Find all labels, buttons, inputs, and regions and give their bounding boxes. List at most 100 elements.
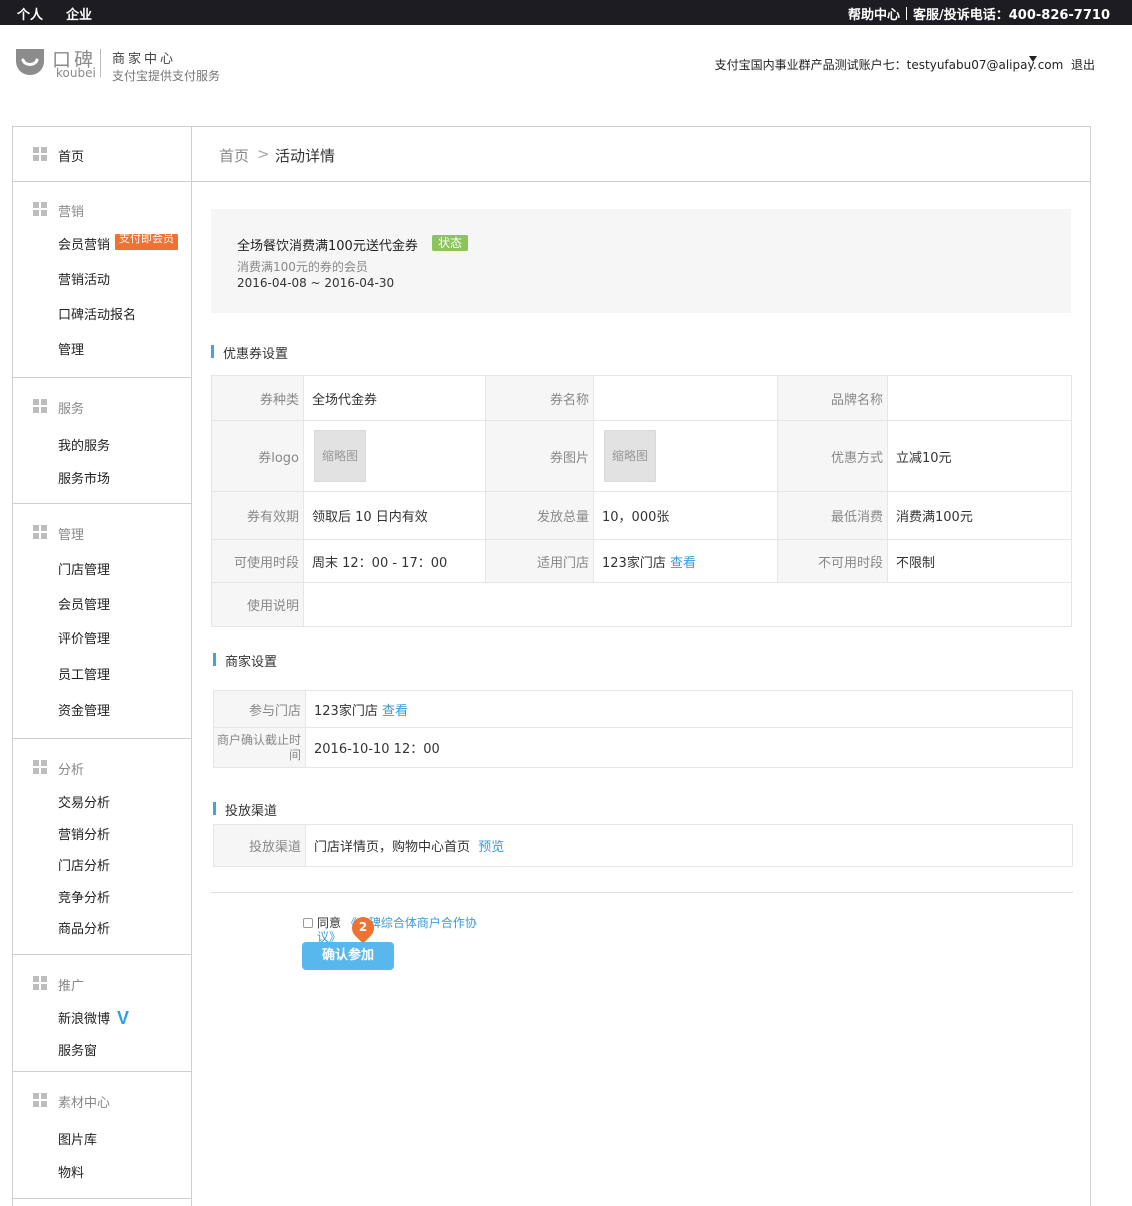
value-total: 10，000张 bbox=[593, 491, 778, 540]
sidebar-item-member-manage[interactable]: 会员管理 bbox=[58, 594, 110, 613]
label-coupon-type: 券种类 bbox=[211, 375, 304, 421]
merchant-settings-table: 参与门店 123家门店 查看 商户确认截止时间 2016-10-10 12：00 bbox=[213, 690, 1073, 768]
view-stores-link[interactable]: 查看 bbox=[670, 556, 696, 571]
table-row: 投放渠道 门店详情页，购物中心首页 预览 bbox=[213, 824, 1073, 867]
sidebar-home[interactable]: 首页 bbox=[13, 127, 192, 182]
sidebar: 首页 营销 会员营销 营销活动 口碑活动报名 管理 支付即会员 服务 我的服务 … bbox=[13, 127, 192, 1206]
table-row: 商户确认截止时间 2016-10-10 12：00 bbox=[213, 727, 1073, 768]
confirm-join-button[interactable]: 确认参加 bbox=[302, 942, 394, 970]
label-confirm-deadline: 商户确认截止时间 bbox=[213, 727, 306, 768]
sidebar-item-image-library[interactable]: 图片库 bbox=[58, 1129, 97, 1148]
label-coupon-image: 券图片 bbox=[485, 420, 594, 492]
sidebar-group-materials: 素材中心 图片库 物料 bbox=[13, 1072, 192, 1199]
sidebar-item-sina-weibo[interactable]: 新浪微博 bbox=[58, 1008, 110, 1027]
activity-title: 全场餐饮消费满100元送代金券 bbox=[237, 239, 418, 254]
table-row: 使用说明 bbox=[211, 582, 1072, 627]
account-bar: 支付宝国内事业群产品测试账户七：testyufabu07@alipay.com … bbox=[715, 56, 1095, 73]
sidebar-item-review-manage[interactable]: 评价管理 bbox=[58, 628, 110, 647]
value-usage-period: 周末 12：00 - 17：00 bbox=[303, 539, 486, 583]
label-validity: 券有效期 bbox=[211, 491, 304, 540]
sidebar-item-trade-analysis[interactable]: 交易分析 bbox=[58, 792, 110, 811]
label-coupon-name: 券名称 bbox=[485, 375, 594, 421]
coupon-image-thumbnail[interactable]: 缩略图 bbox=[604, 430, 656, 482]
participating-stores-count: 123家门店 bbox=[314, 703, 378, 719]
grid-icon bbox=[33, 976, 47, 990]
hotline-text: 客服/投诉电话：400-826-7710 bbox=[913, 8, 1110, 23]
sidebar-group-title: 素材中心 bbox=[58, 1096, 111, 1111]
channel-text: 门店详情页，购物中心首页 bbox=[314, 840, 471, 855]
value-participating-stores: 123家门店 查看 bbox=[305, 690, 1073, 728]
label-unavailable-period: 不可用时段 bbox=[777, 539, 888, 583]
breadcrumb-separator: > bbox=[257, 145, 270, 163]
sidebar-item-home[interactable]: 首页 bbox=[58, 146, 84, 165]
grid-icon bbox=[33, 760, 47, 774]
breadcrumb-home[interactable]: 首页 bbox=[219, 145, 249, 166]
account-dropdown-icon[interactable] bbox=[1028, 56, 1037, 62]
logo-divider bbox=[100, 49, 101, 77]
nav-enterprise[interactable]: 企业 bbox=[66, 4, 92, 23]
table-row: 可使用时段 周末 12：00 - 17：00 适用门店 123家门店 查看 不可… bbox=[211, 539, 1072, 583]
value-brand-name bbox=[887, 375, 1072, 421]
header-subtitle: 支付宝提供支付服务 bbox=[112, 69, 221, 83]
account-name[interactable]: 支付宝国内事业群产品测试账户七：testyufabu07@alipay. bbox=[715, 58, 1037, 72]
value-discount-type: 立减10元 bbox=[887, 420, 1072, 492]
value-unavailable-period: 不限制 bbox=[887, 539, 1072, 583]
sidebar-item-store-manage[interactable]: 门店管理 bbox=[58, 559, 110, 578]
value-confirm-deadline: 2016-10-10 12：00 bbox=[305, 727, 1073, 768]
sidebar-group-promotion: 推广 新浪微博 服务窗 bbox=[13, 955, 192, 1072]
sidebar-group-title: 营销 bbox=[58, 205, 85, 220]
top-bar: 个人 企业 帮助中心 客服/投诉电话：400-826-7710 bbox=[0, 0, 1132, 25]
sidebar-item-manage[interactable]: 管理 bbox=[58, 339, 84, 358]
sidebar-group-management: 管理 门店管理 会员管理 评价管理 员工管理 资金管理 bbox=[13, 504, 192, 739]
breadcrumb-current: 活动详情 bbox=[275, 147, 336, 165]
sidebar-item-marketing-analysis[interactable]: 营销分析 bbox=[58, 824, 110, 843]
channel-table: 投放渠道 门店详情页，购物中心首页 预览 bbox=[213, 824, 1073, 867]
agreement-link[interactable]: 综合体商户合作协议》 bbox=[317, 916, 477, 944]
main-frame: 首页 营销 会员营销 营销活动 口碑活动报名 管理 支付即会员 服务 我的服务 … bbox=[12, 126, 1091, 1206]
sidebar-item-koubei-signup[interactable]: 口碑活动报名 bbox=[58, 304, 136, 323]
activity-summary: 全场餐饮消费满100元送代金券 状态 消费满100元的券的会员 2016-04-… bbox=[211, 209, 1071, 313]
preview-link[interactable]: 预览 bbox=[478, 840, 504, 855]
footer-divider bbox=[211, 892, 1073, 893]
site-header: 口碑 koubei 商家中心 支付宝提供支付服务 支付宝国内事业群产品测试账户七… bbox=[0, 25, 1132, 105]
agree-checkbox[interactable] bbox=[303, 918, 313, 928]
content-area: 首页 > 活动详情 全场餐饮消费满100元送代金券 状态 消费满100元的券的会… bbox=[192, 127, 1090, 1206]
merchant-center-title: 商家中心 bbox=[112, 52, 177, 67]
grid-icon bbox=[33, 525, 47, 539]
view-participating-stores-link[interactable]: 查看 bbox=[382, 704, 408, 719]
grid-icon bbox=[33, 1093, 47, 1107]
nav-personal[interactable]: 个人 bbox=[17, 4, 43, 23]
help-center-link[interactable]: 帮助中心 bbox=[848, 4, 900, 23]
sidebar-item-product-analysis[interactable]: 商品分析 bbox=[58, 918, 110, 937]
value-coupon-name bbox=[593, 375, 778, 421]
sidebar-item-competition-analysis[interactable]: 竞争分析 bbox=[58, 887, 110, 906]
sidebar-item-member-marketing[interactable]: 会员营销 bbox=[58, 234, 110, 253]
value-coupon-logo: 缩略图 bbox=[303, 420, 486, 492]
sidebar-item-materials[interactable]: 物料 bbox=[58, 1162, 84, 1181]
value-validity: 领取后 10 日内有效 bbox=[303, 491, 486, 540]
sidebar-item-staff-manage[interactable]: 员工管理 bbox=[58, 664, 110, 683]
label-participating-stores: 参与门店 bbox=[213, 690, 306, 728]
sidebar-item-service-window[interactable]: 服务窗 bbox=[58, 1040, 97, 1059]
agree-label: 同意 bbox=[317, 916, 342, 930]
applicable-stores-count: 123家门店 bbox=[602, 555, 666, 571]
koubei-logo-icon[interactable] bbox=[14, 47, 46, 77]
value-coupon-type: 全场代金券 bbox=[303, 375, 486, 421]
activity-desc: 消费满100元的券的会员 bbox=[237, 260, 368, 274]
status-badge: 状态 bbox=[432, 235, 469, 251]
coupon-logo-thumbnail[interactable]: 缩略图 bbox=[314, 430, 366, 482]
coupon-settings-table: 券种类 全场代金券 券名称 品牌名称 券logo 缩略图 券图片 缩略图 优惠方… bbox=[211, 375, 1072, 627]
value-min-spend: 消费满100元 bbox=[887, 491, 1072, 540]
grid-icon bbox=[33, 202, 47, 216]
sidebar-item-fund-manage[interactable]: 资金管理 bbox=[58, 700, 110, 719]
breadcrumb: 首页 > 活动详情 bbox=[192, 127, 1090, 182]
logo-text-en: koubei bbox=[56, 66, 96, 80]
sidebar-item-service-market[interactable]: 服务市场 bbox=[58, 468, 110, 487]
sidebar-item-my-service[interactable]: 我的服务 bbox=[58, 435, 110, 454]
sidebar-item-marketing-activity[interactable]: 营销活动 bbox=[58, 269, 110, 288]
value-channel: 门店详情页，购物中心首页 预览 bbox=[305, 824, 1073, 867]
sidebar-item-store-analysis[interactable]: 门店分析 bbox=[58, 855, 110, 874]
logout-link[interactable]: 退出 bbox=[1071, 58, 1095, 72]
label-discount-type: 优惠方式 bbox=[777, 420, 888, 492]
activity-dates: 2016-04-08 ~ 2016-04-30 bbox=[237, 276, 395, 290]
